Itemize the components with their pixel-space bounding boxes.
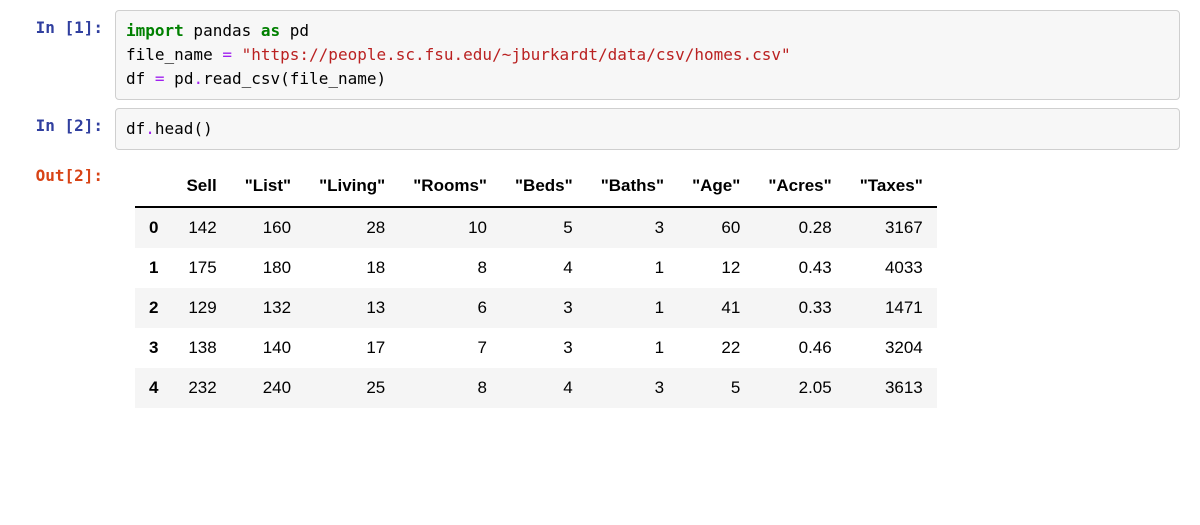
table-header-row: Sell"List""Living""Rooms""Beds""Baths""A… xyxy=(135,166,937,207)
table-cell: 6 xyxy=(399,288,501,328)
table-cell: 25 xyxy=(305,368,399,408)
table-cell: 132 xyxy=(231,288,305,328)
table-cell: 0.28 xyxy=(754,207,845,248)
input-prompt-1: In [1]: xyxy=(20,10,115,37)
table-cell: 18 xyxy=(305,248,399,288)
operator-equals: = xyxy=(155,69,165,88)
column-header: "Taxes" xyxy=(846,166,937,207)
table-row: 212913213631410.331471 xyxy=(135,288,937,328)
column-header: "Baths" xyxy=(587,166,678,207)
table-cell: 0.33 xyxy=(754,288,845,328)
table-cell: 1 xyxy=(587,288,678,328)
row-index: 3 xyxy=(135,328,172,368)
code-text: df xyxy=(126,69,155,88)
table-cell: 232 xyxy=(172,368,230,408)
code-text: file_name xyxy=(126,45,222,64)
table-row: 313814017731220.463204 xyxy=(135,328,937,368)
operator-dot: . xyxy=(193,69,203,88)
table-cell: 10 xyxy=(399,207,501,248)
table-cell: 3167 xyxy=(846,207,937,248)
output-prompt-2: Out[2]: xyxy=(20,158,115,185)
code-text: df xyxy=(126,119,145,138)
table-cell: 0.46 xyxy=(754,328,845,368)
table-cell: 180 xyxy=(231,248,305,288)
code-text: pd xyxy=(280,21,309,40)
table-cell: 0.43 xyxy=(754,248,845,288)
table-cell: 142 xyxy=(172,207,230,248)
table-cell: 4033 xyxy=(846,248,937,288)
table-cell: 8 xyxy=(399,248,501,288)
column-header: "Beds" xyxy=(501,166,587,207)
table-cell: 12 xyxy=(678,248,754,288)
row-index: 1 xyxy=(135,248,172,288)
column-header: "Age" xyxy=(678,166,754,207)
table-cell: 3204 xyxy=(846,328,937,368)
column-header: "Living" xyxy=(305,166,399,207)
table-cell: 3 xyxy=(587,207,678,248)
code-input-1[interactable]: import pandas as pd file_name = "https:/… xyxy=(115,10,1180,100)
row-index: 0 xyxy=(135,207,172,248)
code-text: pd xyxy=(165,69,194,88)
table-cell: 175 xyxy=(172,248,230,288)
code-cell-2: In [2]: df.head() xyxy=(20,108,1180,150)
table-row: 0142160281053600.283167 xyxy=(135,207,937,248)
keyword-import: import xyxy=(126,21,184,40)
table-cell: 138 xyxy=(172,328,230,368)
output-area-2: Sell"List""Living""Rooms""Beds""Baths""A… xyxy=(115,158,1180,408)
operator-equals: = xyxy=(222,45,232,64)
table-body: 0142160281053600.283167117518018841120.4… xyxy=(135,207,937,408)
output-cell-2: Out[2]: Sell"List""Living""Rooms""Beds""… xyxy=(20,158,1180,408)
column-header: Sell xyxy=(172,166,230,207)
code-input-2[interactable]: df.head() xyxy=(115,108,1180,150)
table-cell: 1 xyxy=(587,328,678,368)
code-text: read_csv(file_name) xyxy=(203,69,386,88)
code-text: head() xyxy=(155,119,213,138)
table-corner xyxy=(135,166,172,207)
table-cell: 3613 xyxy=(846,368,937,408)
table-cell: 140 xyxy=(231,328,305,368)
table-cell: 8 xyxy=(399,368,501,408)
code-text: pandas xyxy=(184,21,261,40)
table-cell: 7 xyxy=(399,328,501,368)
table-cell: 22 xyxy=(678,328,754,368)
table-cell: 5 xyxy=(678,368,754,408)
table-cell: 4 xyxy=(501,248,587,288)
dataframe-table: Sell"List""Living""Rooms""Beds""Baths""A… xyxy=(135,166,937,408)
table-cell: 41 xyxy=(678,288,754,328)
table-cell: 4 xyxy=(501,368,587,408)
table-row: 42322402584352.053613 xyxy=(135,368,937,408)
table-cell: 1 xyxy=(587,248,678,288)
table-cell: 5 xyxy=(501,207,587,248)
string-literal: "https://people.sc.fsu.edu/~jburkardt/da… xyxy=(242,45,791,64)
code-cell-1: In [1]: import pandas as pd file_name = … xyxy=(20,10,1180,100)
input-prompt-2: In [2]: xyxy=(20,108,115,135)
code-text xyxy=(232,45,242,64)
table-cell: 3 xyxy=(501,328,587,368)
table-cell: 3 xyxy=(587,368,678,408)
table-header: Sell"List""Living""Rooms""Beds""Baths""A… xyxy=(135,166,937,207)
table-row: 117518018841120.434033 xyxy=(135,248,937,288)
column-header: "List" xyxy=(231,166,305,207)
column-header: "Acres" xyxy=(754,166,845,207)
table-cell: 240 xyxy=(231,368,305,408)
table-cell: 129 xyxy=(172,288,230,328)
row-index: 4 xyxy=(135,368,172,408)
table-cell: 28 xyxy=(305,207,399,248)
operator-dot: . xyxy=(145,119,155,138)
keyword-as: as xyxy=(261,21,280,40)
column-header: "Rooms" xyxy=(399,166,501,207)
table-cell: 60 xyxy=(678,207,754,248)
table-cell: 17 xyxy=(305,328,399,368)
row-index: 2 xyxy=(135,288,172,328)
table-cell: 13 xyxy=(305,288,399,328)
table-cell: 2.05 xyxy=(754,368,845,408)
table-cell: 1471 xyxy=(846,288,937,328)
table-cell: 3 xyxy=(501,288,587,328)
table-cell: 160 xyxy=(231,207,305,248)
